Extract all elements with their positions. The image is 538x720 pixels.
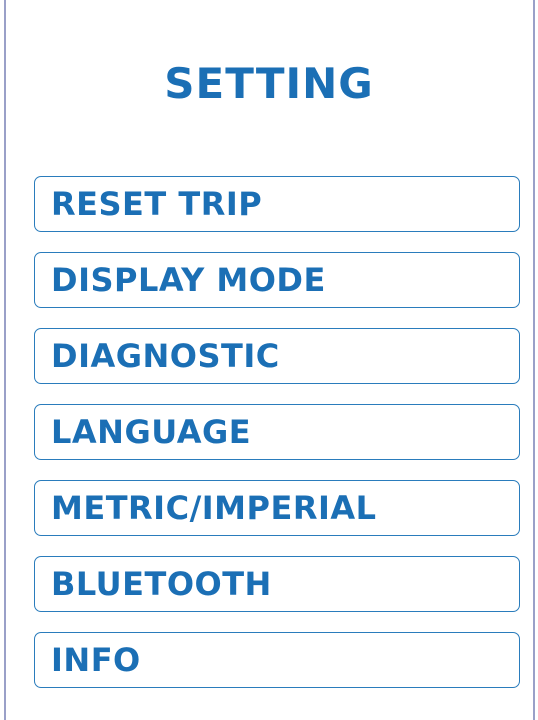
settings-screen: SETTING RESET TRIP DISPLAY MODE DIAGNOST…: [0, 0, 538, 720]
settings-menu: RESET TRIP DISPLAY MODE DIAGNOSTIC LANGU…: [34, 176, 520, 688]
menu-item-label: RESET TRIP: [51, 185, 263, 223]
menu-item-label: DIAGNOSTIC: [51, 337, 280, 375]
menu-item-info[interactable]: INFO: [34, 632, 520, 688]
menu-item-language[interactable]: LANGUAGE: [34, 404, 520, 460]
menu-item-label: BLUETOOTH: [51, 565, 272, 603]
menu-item-label: INFO: [51, 641, 141, 679]
menu-item-metric-imperial[interactable]: METRIC/IMPERIAL: [34, 480, 520, 536]
menu-item-display-mode[interactable]: DISPLAY MODE: [34, 252, 520, 308]
menu-item-label: LANGUAGE: [51, 413, 252, 451]
menu-item-diagnostic[interactable]: DIAGNOSTIC: [34, 328, 520, 384]
menu-item-label: DISPLAY MODE: [51, 261, 326, 299]
menu-item-bluetooth[interactable]: BLUETOOTH: [34, 556, 520, 612]
menu-item-label: METRIC/IMPERIAL: [51, 489, 377, 527]
page-title: SETTING: [164, 59, 374, 108]
menu-item-reset-trip[interactable]: RESET TRIP: [34, 176, 520, 232]
